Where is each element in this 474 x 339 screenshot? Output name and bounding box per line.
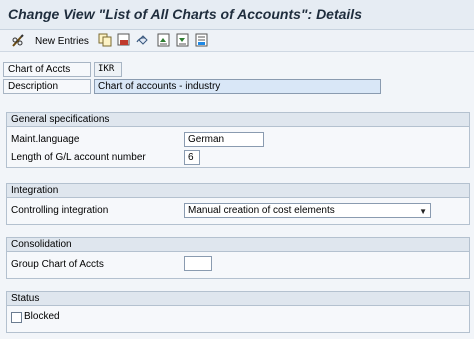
gl-length-label: Length of G/L account number bbox=[11, 152, 146, 163]
page-title: Change View "List of All Charts of Accou… bbox=[8, 6, 362, 22]
undo-icon bbox=[136, 33, 150, 50]
chevron-down-icon[interactable]: ▼ bbox=[419, 205, 427, 217]
group-chart-field[interactable] bbox=[184, 256, 212, 271]
consolidation-title: Consolidation bbox=[7, 238, 469, 252]
undo-button[interactable] bbox=[136, 33, 150, 49]
title-bar: Change View "List of All Charts of Accou… bbox=[0, 0, 474, 30]
chart-of-accts-label: Chart of Accts bbox=[3, 62, 91, 77]
new-entries-label: New Entries bbox=[35, 35, 89, 47]
description-label: Description bbox=[3, 79, 91, 94]
delete-icon bbox=[117, 33, 131, 50]
previous-entry-icon bbox=[157, 33, 171, 50]
general-specifications-title: General specifications bbox=[7, 113, 469, 127]
select-icon bbox=[195, 33, 209, 50]
copy-button[interactable] bbox=[98, 33, 112, 49]
integration-title: Integration bbox=[7, 184, 469, 198]
status-title: Status bbox=[7, 292, 469, 306]
next-entry-icon bbox=[176, 33, 190, 50]
blocked-label: Blocked bbox=[24, 311, 60, 322]
status-group: Status bbox=[6, 291, 470, 333]
next-entry-button[interactable] bbox=[176, 33, 190, 49]
description-field[interactable]: Chart of accounts - industry bbox=[94, 79, 381, 94]
controlling-integration-value: Manual creation of cost elements bbox=[188, 205, 335, 216]
blocked-checkbox[interactable] bbox=[11, 312, 22, 323]
chart-of-accts-field[interactable]: IKR bbox=[94, 62, 122, 77]
maint-language-field[interactable]: German bbox=[184, 132, 264, 147]
toolbar: New Entries bbox=[0, 30, 474, 52]
previous-entry-button[interactable] bbox=[157, 33, 171, 49]
group-chart-label: Group Chart of Accts bbox=[11, 259, 104, 270]
gl-length-field[interactable]: 6 bbox=[184, 150, 200, 165]
maint-language-label: Maint.language bbox=[11, 134, 80, 145]
controlling-integration-dropdown[interactable]: Manual creation of cost elements ▼ bbox=[184, 203, 431, 218]
select-button[interactable] bbox=[195, 33, 209, 49]
new-entries-button[interactable]: New Entries bbox=[10, 33, 89, 49]
delete-button[interactable] bbox=[117, 33, 131, 49]
controlling-integration-label: Controlling integration bbox=[11, 205, 109, 216]
copy-icon bbox=[98, 33, 112, 50]
pencil-glasses-icon bbox=[10, 34, 26, 48]
